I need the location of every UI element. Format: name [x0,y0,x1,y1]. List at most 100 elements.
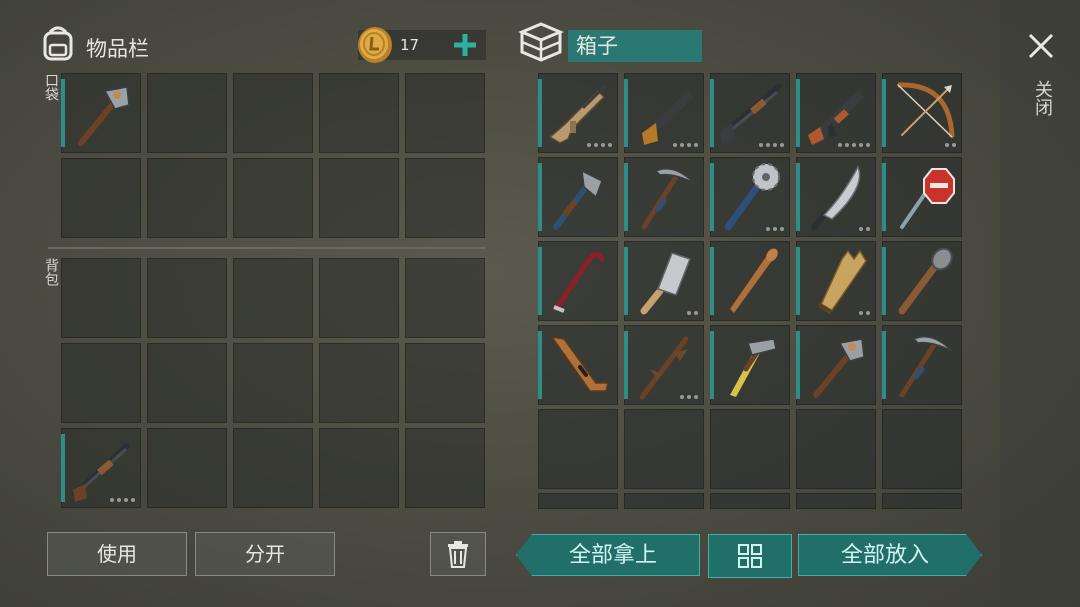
box-title: 箱子 [568,30,702,62]
pocket-slot-empty[interactable] [147,158,227,238]
backpack-slot-empty[interactable] [233,428,313,508]
box-slot-11[interactable] [624,241,704,321]
box-slot-9[interactable] [882,157,962,237]
backpack-slot-empty[interactable] [147,343,227,423]
layout-toggle-button[interactable] [708,534,792,578]
trash-button[interactable] [430,532,486,576]
durability-bar [796,79,800,147]
pocket-slot-empty[interactable] [319,73,399,153]
pistol-icon [640,91,694,145]
box-slot-2[interactable] [710,73,790,153]
hammer-icon [730,338,777,397]
backpack-slot-empty[interactable] [319,428,399,508]
backpack-slot-empty[interactable] [233,258,313,338]
box-slot-4[interactable] [882,73,962,153]
durability-bar [624,247,628,315]
box-slot-14[interactable] [882,241,962,321]
box-slot-empty[interactable] [882,493,962,509]
box-slot-empty[interactable] [538,493,618,509]
box-slot-10[interactable] [538,241,618,321]
box-slot-5[interactable] [538,157,618,237]
backpack-slot-empty[interactable] [61,343,141,423]
box-slot-19[interactable] [882,325,962,405]
put-all-button[interactable]: 全部放入 [798,534,982,576]
box-slot-empty[interactable] [624,409,704,489]
add-coins-button[interactable] [452,30,478,60]
use-button[interactable]: 使用 [47,532,187,576]
box-slot-empty[interactable] [796,493,876,509]
backpack-slot-empty[interactable] [319,343,399,423]
durability-bar [61,79,65,147]
backpack-slot-10[interactable] [61,428,141,508]
durability-bar [624,331,628,399]
box-slot-3[interactable] [796,73,876,153]
grid-icon [738,544,762,568]
durability-bar [710,163,714,231]
box-slot-16[interactable] [624,325,704,405]
saw-blade-mace-icon [724,163,780,231]
nailed-bat-icon [898,247,953,315]
box-slot-empty[interactable] [538,409,618,489]
backpack-slot-empty[interactable] [233,343,313,423]
pocket-label: 口袋 [43,73,59,101]
pocket-slot-empty[interactable] [61,158,141,238]
backpack-slot-empty[interactable] [405,258,485,338]
pocket-slot-empty[interactable] [233,158,313,238]
box-slot-empty[interactable] [710,409,790,489]
backpack-slot-empty[interactable] [405,343,485,423]
shotgun-icon [72,443,130,502]
durability-bar [882,331,886,399]
pocket-slot-empty[interactable] [319,158,399,238]
backpack-slot-empty[interactable] [319,258,399,338]
pocket-slot-empty[interactable] [405,158,485,238]
box-slot-15[interactable] [538,325,618,405]
box-slot-empty[interactable] [882,409,962,489]
box-slot-empty[interactable] [796,409,876,489]
box-slot-13[interactable] [796,241,876,321]
box-slot-12[interactable] [710,241,790,321]
pocket-slot-0[interactable] [61,73,141,153]
sledgehammer-icon [78,86,130,146]
pump-shotgun-icon [720,84,781,145]
inventory-panel: 物品栏 17 口袋 背包 使用 分开 [0,0,500,607]
spiked-stick-icon [639,336,689,400]
plus-icon [454,34,476,56]
pocket-slot-empty[interactable] [233,73,313,153]
pocket-slot-empty[interactable] [147,73,227,153]
pickaxe-icon [899,336,953,398]
trash-icon [448,541,468,568]
backpack-slot-empty[interactable] [405,428,485,508]
box-slot-1[interactable] [624,73,704,153]
durability-bar [796,247,800,315]
box-slot-7[interactable] [710,157,790,237]
durability-bar [624,163,628,231]
backpack-label: 背包 [43,258,59,286]
backpack-icon [43,26,73,61]
close-button[interactable]: 关闭 [1018,22,1064,132]
durability-bar [538,331,542,399]
take-all-button[interactable]: 全部拿上 [516,534,700,576]
box-slot-0[interactable] [538,73,618,153]
backpack-slot-empty[interactable] [147,428,227,508]
box-slot-17[interactable] [710,325,790,405]
durability-bar [538,79,542,147]
backpack-slot-empty[interactable] [147,258,227,338]
box-slot-18[interactable] [796,325,876,405]
durability-bar [710,331,714,399]
durability-bar [710,247,714,315]
inventory-title: 物品栏 [86,37,149,61]
box-slot-6[interactable] [624,157,704,237]
backpack-slot-empty[interactable] [61,258,141,338]
broken-board-icon [818,249,867,315]
pocket-slot-empty[interactable] [405,73,485,153]
box-slot-empty[interactable] [710,493,790,509]
machete-icon [811,165,861,230]
split-button[interactable]: 分开 [195,532,335,576]
durability-bar [61,434,65,502]
box-slot-empty[interactable] [624,493,704,509]
durability-bar [796,163,800,231]
durability-bar [882,79,886,147]
durability-bar [796,331,800,399]
close-icon [1028,33,1054,59]
box-slot-8[interactable] [796,157,876,237]
